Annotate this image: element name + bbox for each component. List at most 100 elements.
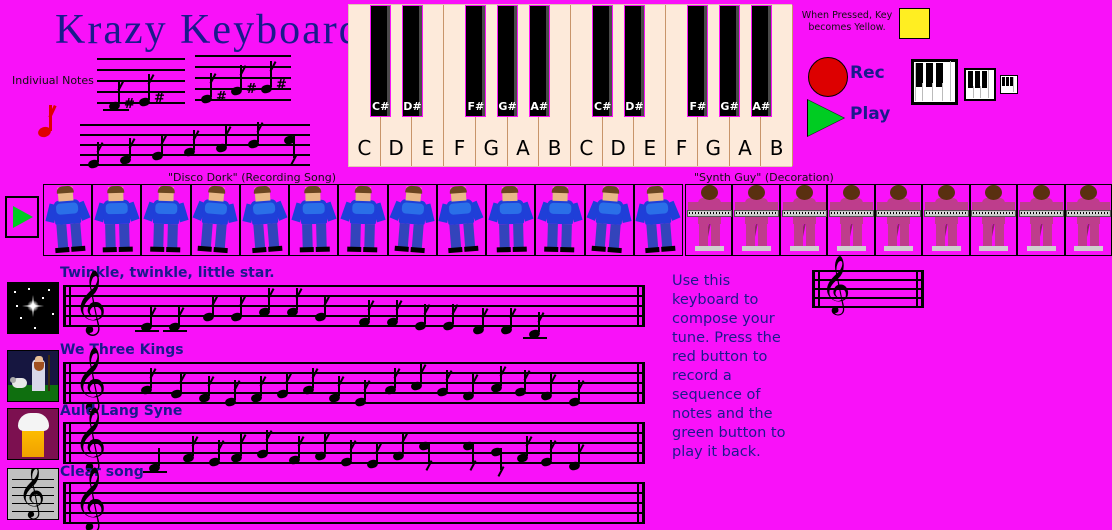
white-key-label: B (769, 136, 784, 160)
white-key-label: E (643, 136, 657, 160)
synth-guy-sprite (829, 185, 875, 253)
piano-keyboard[interactable]: CDEFGABCDEFGAB C# D# F# G# A# C# D# F# G# A# (348, 4, 793, 167)
song-staff-twinkle[interactable]: 𝄞 (63, 274, 645, 340)
sprite-frame[interactable] (190, 184, 240, 256)
treble-clef-icon: 𝄞 (821, 255, 851, 313)
black-key-fsharp-2[interactable]: F# (465, 5, 487, 117)
black-key-label: F# (689, 100, 707, 113)
black-key-asharp-9[interactable]: A# (750, 5, 772, 117)
sprite-frame[interactable] (239, 184, 290, 256)
black-key-label: A# (530, 100, 549, 113)
page-title: Krazy Keyboard (55, 7, 362, 53)
white-key-label: F (453, 136, 466, 160)
play-label: Play (850, 104, 891, 124)
blank-staff-icon[interactable]: 𝄞 (7, 468, 59, 520)
sprite-frame (732, 184, 780, 256)
white-key-label: D (388, 136, 404, 160)
disco-dork-sprite (192, 185, 238, 254)
yellow-color-swatch (899, 8, 930, 39)
black-key-label: C# (594, 100, 612, 113)
black-key-gsharp-8[interactable]: G# (719, 5, 741, 117)
red-note-icon (36, 104, 60, 139)
white-key-label: G (483, 136, 499, 160)
disco-dork-sprite (488, 185, 534, 254)
disco-dork-sprite (537, 185, 583, 254)
keyboard-thumbnail-medium-icon[interactable] (964, 68, 996, 101)
beer-mug-icon[interactable] (7, 408, 59, 460)
sprite-frame[interactable] (436, 184, 487, 256)
sprite-frame[interactable] (633, 184, 683, 256)
record-label: Rec (850, 63, 885, 83)
black-key-label: F# (467, 100, 485, 113)
play-button[interactable] (808, 100, 844, 136)
treble-clef-icon: 𝄞 (74, 466, 107, 530)
treble-clef-icon: 𝄞 (74, 269, 107, 333)
synth-guy-sprite (1066, 185, 1112, 253)
decoration-song-title: "Synth Guy" (Decoration) (694, 171, 834, 184)
black-key-asharp-4[interactable]: A# (528, 5, 550, 117)
pressed-key-note: When Pressed, Key becomes Yellow. (801, 10, 893, 33)
star-night-icon[interactable] (7, 282, 59, 334)
keyboard-thumbnail-small-icon[interactable] (1000, 75, 1018, 94)
disco-dork-sprite (586, 185, 632, 254)
individual-notes-staff-long (80, 122, 310, 170)
keyboard-thumbnail-large-icon[interactable] (911, 59, 958, 105)
sprite-frame (827, 184, 875, 256)
sprite-frame[interactable] (289, 184, 339, 256)
sprite-frame[interactable] (43, 184, 93, 256)
black-key-fsharp-7[interactable]: F# (687, 5, 709, 117)
white-key-label: G (705, 136, 721, 160)
individual-notes-staff-a: # # (97, 58, 185, 112)
treble-clef-icon: 𝄞 (74, 346, 107, 410)
disco-dork-sprite (635, 185, 681, 254)
individual-notes-label: Indiviual Notes (12, 74, 94, 87)
strip-play-triangle-icon (13, 206, 33, 228)
white-key-label: D (610, 136, 626, 160)
sprite-frame (969, 184, 1018, 256)
sprite-frame[interactable] (387, 184, 437, 256)
instructions-text: Use this keyboard to compose your tune. … (672, 273, 786, 460)
song-staff-auldlangsyne[interactable]: 𝄞 (63, 411, 645, 477)
disco-dork-sprite (143, 185, 189, 254)
white-key-label: A (738, 136, 752, 160)
record-button[interactable] (808, 57, 848, 97)
disco-dork-sprite (389, 185, 435, 254)
white-key-label: A (516, 136, 530, 160)
white-key-label: C (357, 136, 372, 160)
song-staff-clearsong[interactable]: 𝄞 (63, 471, 645, 526)
sprite-frame[interactable] (141, 184, 191, 256)
white-key-label: F (675, 136, 688, 160)
black-key-dsharp-6[interactable]: D# (623, 5, 645, 117)
shepherd-icon[interactable] (7, 350, 59, 402)
black-key-csharp-5[interactable]: C# (592, 5, 614, 117)
recording-song-title: "Disco Dork" (Recording Song) (168, 171, 337, 184)
sprite-frame (1017, 184, 1065, 256)
empty-staff-decoration: 𝄞 (812, 259, 924, 309)
sprite-frame[interactable] (338, 184, 388, 256)
synth-guy-sprite (971, 185, 1017, 253)
black-key-label: D# (625, 100, 644, 113)
disco-dork-sprite (94, 185, 140, 254)
black-key-gsharp-3[interactable]: G# (497, 5, 519, 117)
treble-clef-icon: 𝄞 (74, 406, 107, 470)
white-key-label: E (421, 136, 435, 160)
synth-guy-sprite (876, 185, 922, 253)
sprite-frame (779, 184, 828, 256)
sprite-frame[interactable] (584, 184, 634, 256)
black-key-dsharp-1[interactable]: D# (401, 5, 423, 117)
sprite-frame (874, 184, 923, 256)
sprite-frame[interactable] (92, 184, 142, 256)
sprite-frame[interactable] (486, 184, 536, 256)
disco-dork-sprite (291, 185, 337, 254)
black-key-csharp-0[interactable]: C# (370, 5, 392, 117)
black-key-label: G# (720, 100, 739, 113)
synth-guy-sprite (734, 185, 780, 253)
black-key-label: G# (498, 100, 517, 113)
black-key-label: C# (372, 100, 390, 113)
sprite-frame[interactable] (535, 184, 585, 256)
recording-sprite-strip[interactable] (43, 184, 683, 256)
synth-guy-sprite (686, 185, 732, 253)
white-key-label: C (579, 136, 594, 160)
sprite-frame (1064, 184, 1112, 256)
song-staff-wethreekings[interactable]: 𝄞 (63, 351, 645, 408)
